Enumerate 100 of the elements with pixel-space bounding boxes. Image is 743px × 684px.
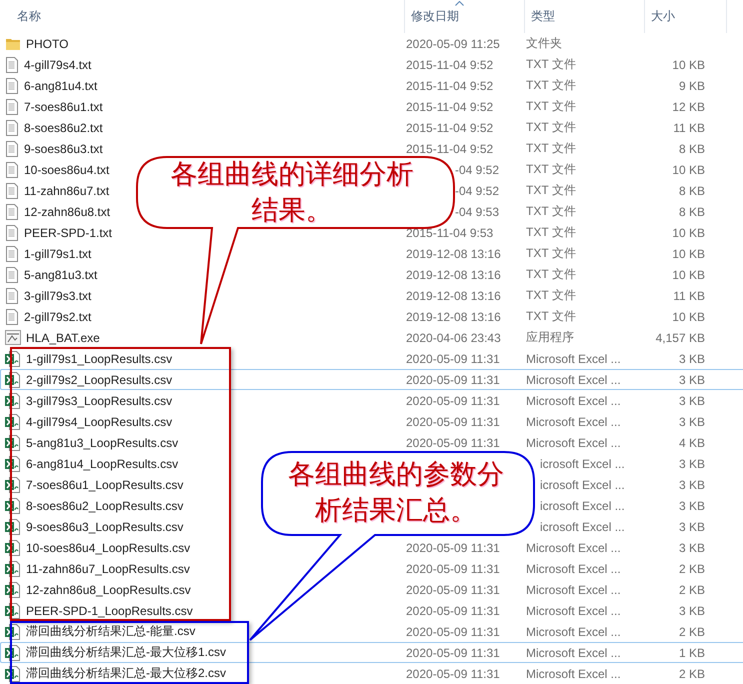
column-header[interactable]: 大小 (645, 0, 727, 33)
file-type: TXT 文件 (526, 161, 577, 178)
modified-date: 2020-05-09 11:31 (406, 436, 501, 450)
file-size: 3 KB (678, 478, 705, 492)
file-size: 3 KB (678, 540, 705, 554)
text-file-icon (5, 162, 19, 178)
file-type: Microsoft Excel ... (526, 540, 622, 554)
file-type: Microsoft Excel ... (526, 604, 622, 618)
file-name: 4-gill79s4.txt (24, 58, 92, 72)
file-size: 3 KB (678, 456, 705, 470)
file-name: 滞回曲线分析结果汇总-最大位移1.csv (26, 644, 226, 661)
file-name: 9-soes86u3.txt (24, 142, 103, 156)
spreadsheet-file-icon (5, 498, 21, 514)
file-size: 3 KB (678, 372, 705, 386)
column-header[interactable]: 修改日期 (405, 0, 525, 33)
modified-date: 2020-04-06 23:43 (406, 330, 502, 344)
spreadsheet-file-icon (5, 372, 21, 388)
modified-date: -04 9:52 (454, 162, 500, 176)
modified-date: 2020-05-09 11:25 (406, 36, 501, 50)
modified-date: 2020-05-09 11:31 (406, 540, 501, 554)
focused-file-row[interactable]: 滞回曲线分析结果汇总-最大位移1.csv 2020-05-09 11:31 Microsoft Excel ... 1 KB (0, 642, 743, 663)
file-type: TXT 文件 (526, 140, 577, 157)
spreadsheet-file-icon (5, 582, 21, 598)
application-icon (5, 330, 21, 345)
file-name: 6-ang81u4.txt (24, 78, 98, 92)
modified-date: 2019-12-08 13:16 (406, 246, 502, 260)
file-type: TXT 文件 (526, 77, 577, 94)
file-size: 3 KB (678, 498, 705, 512)
spreadsheet-file-icon (5, 414, 21, 430)
file-type: 应用程序 (526, 329, 575, 346)
file-size: 3 KB (678, 604, 705, 618)
file-size: 8 KB (678, 142, 705, 156)
modified-date: 2020-05-09 11:31 (406, 352, 501, 366)
file-name: 10-soes86u4.txt (24, 162, 110, 176)
text-file-icon (5, 288, 19, 304)
modified-date: 2020-05-09 11:31 (406, 582, 501, 596)
column-header[interactable]: 名称 (0, 0, 405, 33)
modified-date: 2020-05-09 11:31 (406, 394, 501, 408)
file-name: 3-gill79s3.txt (24, 288, 92, 302)
file-name: PEER-SPD-1.txt (24, 226, 112, 240)
file-name: 12-zahn86u8.txt (24, 204, 110, 218)
file-name: 4-gill79s4_LoopResults.csv (26, 414, 172, 428)
file-size: 10 KB (671, 58, 705, 72)
spreadsheet-file-icon (5, 518, 21, 534)
file-size: 4,157 KB (654, 330, 705, 344)
text-file-icon (5, 78, 19, 94)
focused-file-row[interactable]: 2-gill79s2_LoopResults.csv 2020-05-09 11:31 Microsoft Excel ... 3 KB (0, 369, 743, 390)
file-name: PHOTO (26, 36, 68, 50)
file-name: 8-soes86u2.txt (24, 120, 103, 134)
file-size: 3 KB (678, 394, 705, 408)
file-type: TXT 文件 (526, 287, 577, 304)
modified-date: 2015-11-04 9:53 (406, 226, 494, 240)
callout-text: 各组曲线的详细分析结果。 (170, 158, 414, 228)
modified-date: 2019-12-08 13:16 (406, 288, 502, 302)
file-name: 1-gill79s1_LoopResults.csv (26, 352, 172, 366)
column-header-label: 大小 (651, 8, 675, 25)
modified-date: 2015-11-04 9:52 (406, 100, 494, 114)
file-name: 3-gill79s3_LoopResults.csv (26, 394, 172, 408)
modified-date: 2019-12-08 13:16 (406, 310, 502, 324)
file-name: 6-ang81u4_LoopResults.csv (26, 456, 178, 470)
text-file-icon (5, 182, 19, 198)
file-name: PEER-SPD-1_LoopResults.csv (26, 604, 193, 618)
file-name: 5-ang81u3.txt (24, 268, 98, 282)
column-header[interactable]: 类型 (525, 0, 645, 33)
file-type: Microsoft Excel ... (526, 582, 622, 596)
spreadsheet-file-icon (5, 456, 21, 472)
modified-date: 2020-05-09 11:31 (406, 562, 501, 576)
file-size: 1 KB (678, 646, 705, 660)
file-name: 2-gill79s2_LoopResults.csv (26, 372, 172, 386)
file-size: 8 KB (678, 184, 705, 198)
file-type: Microsoft Excel ... (526, 562, 622, 576)
file-size: 4 KB (678, 436, 705, 450)
file-name: 7-soes86u1_LoopResults.csv (26, 478, 184, 492)
modified-date: 2019-12-08 13:16 (406, 268, 502, 282)
spreadsheet-file-icon (5, 540, 21, 556)
file-name: 2-gill79s2.txt (24, 310, 92, 324)
file-size: 10 KB (671, 310, 705, 324)
file-type: Microsoft Excel ... (526, 394, 622, 408)
file-name: 10-soes86u4_LoopResults.csv (26, 540, 190, 554)
file-type: Microsoft Excel ... (526, 666, 622, 680)
file-type: Microsoft Excel ... (526, 436, 622, 450)
file-size: 12 KB (671, 100, 705, 114)
text-file-icon (5, 98, 19, 114)
text-file-icon (5, 140, 19, 156)
file-type: icrosoft Excel ... (539, 498, 626, 512)
file-type: Microsoft Excel ... (526, 352, 622, 366)
file-type: Microsoft Excel ... (526, 372, 622, 386)
file-type: icrosoft Excel ... (539, 478, 626, 492)
file-size: 2 KB (678, 562, 705, 576)
spreadsheet-file-icon (5, 666, 21, 682)
text-file-icon (5, 308, 19, 324)
modified-date: 2020-05-09 11:31 (406, 624, 501, 638)
file-name: 8-soes86u2_LoopResults.csv (26, 498, 184, 512)
column-header-label: 类型 (531, 8, 555, 25)
file-name: 滞回曲线分析结果汇总-最大位移2.csv (26, 665, 226, 682)
spreadsheet-file-icon (5, 392, 21, 408)
spreadsheet-file-icon (5, 350, 21, 366)
spreadsheet-file-icon (5, 624, 21, 640)
modified-date: 2020-05-09 11:31 (406, 414, 501, 428)
spreadsheet-file-icon (5, 476, 21, 492)
